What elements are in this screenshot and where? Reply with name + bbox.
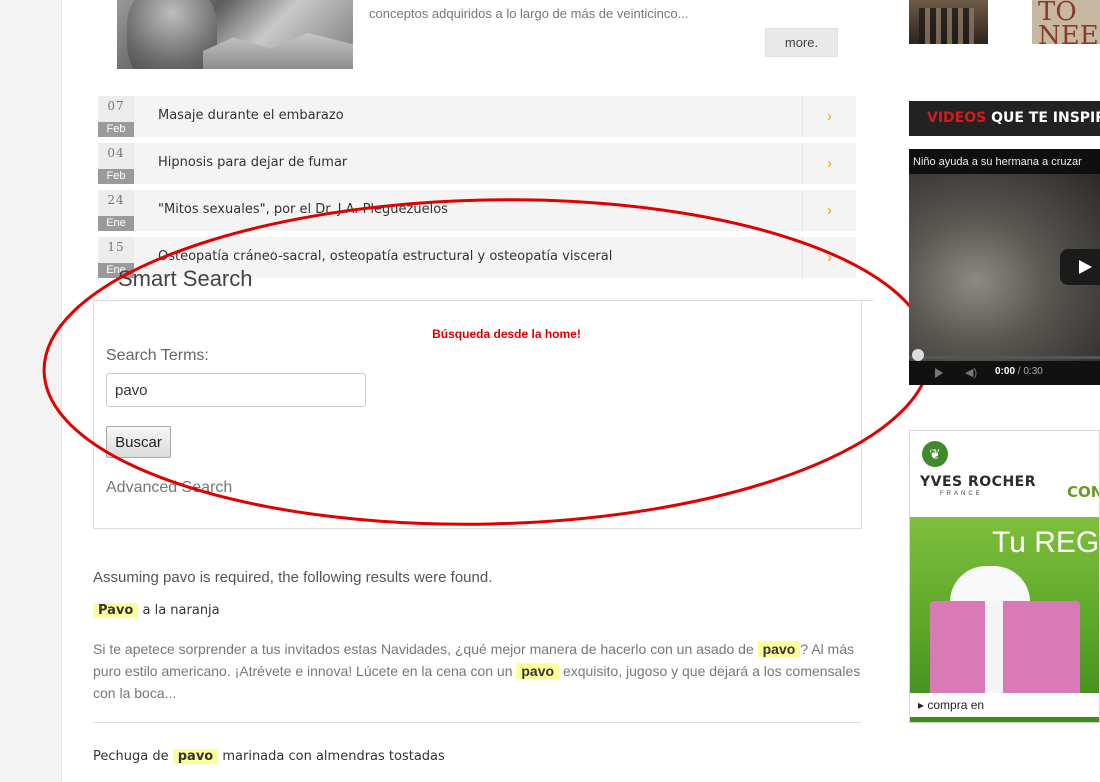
video-title[interactable]: Niño ayuda a su hermana a cruzar: [913, 156, 1082, 168]
video-time-total: / 0:30: [1015, 366, 1043, 377]
ad-brand-sub: FRANCE: [940, 491, 983, 497]
smart-search-title: Smart Search: [118, 266, 253, 291]
search-term-highlight: pavo: [757, 641, 801, 657]
event-date: 04 Feb: [98, 143, 134, 184]
event-title[interactable]: Osteopatía cráneo-sacral, osteopatía est…: [158, 249, 612, 264]
event-day: 07: [107, 99, 125, 113]
yves-rocher-ad[interactable]: ❦ YVES ROCHER FRANCE CON Tu REGALO ▸ com…: [909, 430, 1100, 723]
teaser-landscape: [203, 33, 353, 69]
videos-heading-accent: VIDEOS: [927, 110, 987, 126]
event-month: Ene: [98, 216, 134, 231]
play-icon[interactable]: [1060, 249, 1100, 285]
search-terms-label: Search Terms:: [106, 347, 209, 364]
search-terms-input[interactable]: [106, 373, 366, 407]
chevron-right-icon[interactable]: ›: [802, 237, 856, 278]
event-date: 07 Feb: [98, 96, 134, 137]
event-day: 04: [107, 146, 125, 160]
event-item[interactable]: 24 Ene "Mitos sexuales", por el Dr. J.A.…: [98, 190, 856, 231]
ad-brand: YVES ROCHER: [920, 474, 1037, 490]
event-title[interactable]: Masaje durante el embarazo: [158, 108, 344, 123]
advanced-search-link[interactable]: Advanced Search: [106, 479, 232, 497]
sidebar-thumbnail[interactable]: TO NEE: [1032, 0, 1100, 44]
chevron-right-icon[interactable]: ›: [802, 190, 856, 231]
results-summary: Assuming pavo is required, the following…: [93, 569, 493, 586]
more-button[interactable]: more.: [765, 28, 838, 57]
result-snippet: Si te apetece sorprender a tus invitados…: [93, 638, 865, 704]
event-list: 07 Feb Masaje durante el embarazo › 04 F…: [98, 96, 856, 284]
control-play-icon[interactable]: [935, 368, 943, 378]
event-date: 24 Ene: [98, 190, 134, 231]
search-term-highlight: pavo: [172, 749, 219, 764]
result-title-pre: Pechuga de: [93, 749, 173, 764]
search-term-highlight: Pavo: [93, 603, 139, 618]
ad-cta[interactable]: ▸ compra en: [910, 693, 1099, 717]
gift-box-icon: [930, 601, 1080, 706]
videos-heading-rest: QUE TE INSPIRAN: [991, 110, 1100, 126]
event-item[interactable]: 04 Feb Hipnosis para dejar de fumar ›: [98, 143, 856, 184]
event-month: Feb: [98, 122, 134, 137]
video-player[interactable]: Niño ayuda a su hermana a cruzar ◀) 0:00…: [909, 149, 1100, 385]
left-gutter: [0, 0, 62, 782]
event-item[interactable]: 07 Feb Masaje durante el embarazo ›: [98, 96, 856, 137]
event-day: 15: [107, 240, 125, 254]
volume-icon[interactable]: ◀): [965, 366, 977, 379]
search-term-highlight: pavo: [516, 663, 560, 679]
event-month: Feb: [98, 169, 134, 184]
video-controls: ◀) 0:00 / 0:30: [909, 361, 1100, 385]
result-title-link[interactable]: Pechuga de pavo marinada con almendras t…: [93, 749, 445, 764]
event-title[interactable]: Hipnosis para dejar de fumar: [158, 155, 347, 170]
videos-section-heading: VIDEOS QUE TE INSPIRAN: [909, 101, 1100, 136]
result-title-post: marinada con almendras tostadas: [218, 749, 445, 764]
video-time-current: 0:00: [995, 366, 1016, 377]
result-title-link[interactable]: Pavo a la naranja: [93, 603, 220, 618]
snippet-text: Si te apetece sorprender a tus invitados…: [93, 641, 758, 657]
video-progress-bar[interactable]: [909, 356, 1100, 359]
teaser-text: conceptos adquiridos a lo largo de más d…: [369, 6, 689, 21]
search-origin-alert: Búsqueda desde la home!: [432, 327, 581, 341]
ad-tagline: CON: [1067, 483, 1100, 501]
leaf-logo-icon: ❦: [922, 441, 948, 467]
article-teaser-image[interactable]: [117, 0, 353, 69]
result-divider: [93, 722, 861, 723]
ad-headline: Tu REGALO: [992, 526, 1100, 559]
search-button[interactable]: Buscar: [106, 426, 171, 458]
smart-search-panel: Búsqueda desde la home! Search Terms: Bu…: [93, 300, 862, 529]
sidebar-thumbnail[interactable]: [909, 0, 988, 44]
result-title-post: a la naranja: [138, 603, 220, 618]
event-day: 24: [107, 193, 125, 207]
event-title[interactable]: "Mitos sexuales", por el Dr. J.A. Plegue…: [158, 202, 448, 217]
chevron-right-icon[interactable]: ›: [802, 143, 856, 184]
video-progress-handle[interactable]: [912, 349, 924, 361]
chevron-right-icon[interactable]: ›: [802, 96, 856, 137]
video-time: 0:00 / 0:30: [995, 366, 1043, 377]
